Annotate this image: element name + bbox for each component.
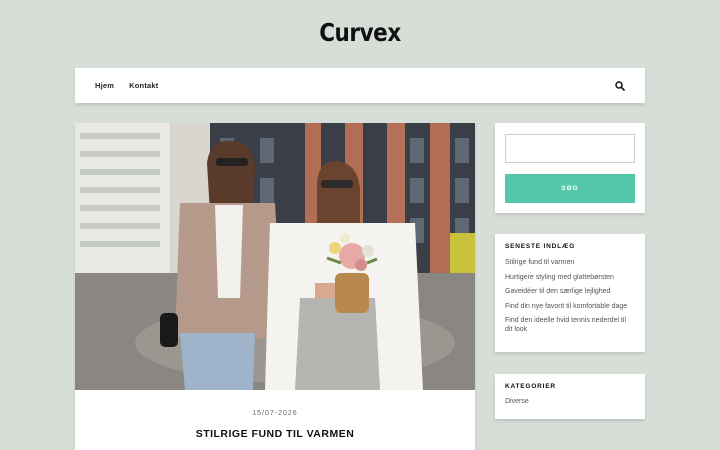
- main-navigation: Hjem Kontakt: [75, 68, 645, 103]
- recent-posts-title: SENESTE INDLÆG: [505, 243, 576, 250]
- nav-item-kontakt[interactable]: Kontakt: [129, 81, 158, 90]
- search-button[interactable]: SØG: [505, 174, 635, 203]
- recent-post-link[interactable]: Hurtigere styling med glattebørsten: [505, 273, 635, 282]
- category-link[interactable]: Diverse: [505, 398, 635, 405]
- nav-item-hjem[interactable]: Hjem: [95, 81, 114, 90]
- post-title[interactable]: STILRIGE FUND TIL VARMEN: [75, 428, 475, 440]
- recent-post-link[interactable]: Stilrige fund til varmen: [505, 258, 635, 267]
- search-icon[interactable]: [615, 81, 625, 91]
- post-featured-image[interactable]: [75, 123, 475, 390]
- recent-posts-list: Stilrige fund til varmen Hurtigere styli…: [505, 258, 635, 334]
- post-card: 15/07-2026 STILRIGE FUND TIL VARMEN: [75, 123, 475, 450]
- search-input[interactable]: [505, 134, 635, 163]
- recent-post-link[interactable]: Find den ideelle hvid tennis nederdel ti…: [505, 316, 635, 334]
- site-title[interactable]: Curvex: [50, 18, 669, 47]
- search-widget: SØG: [495, 123, 645, 213]
- post-date: 15/07-2026: [252, 410, 298, 417]
- categories-widget: KATEGORIER Diverse: [495, 374, 645, 419]
- recent-posts-widget: SENESTE INDLÆG Stilrige fund til varmen …: [495, 234, 645, 352]
- recent-post-link[interactable]: Gaveidéer til den særlige lejlighed: [505, 287, 635, 296]
- categories-title: KATEGORIER: [505, 383, 556, 390]
- recent-post-link[interactable]: Find din nye favorit til komfortable dag…: [505, 302, 635, 311]
